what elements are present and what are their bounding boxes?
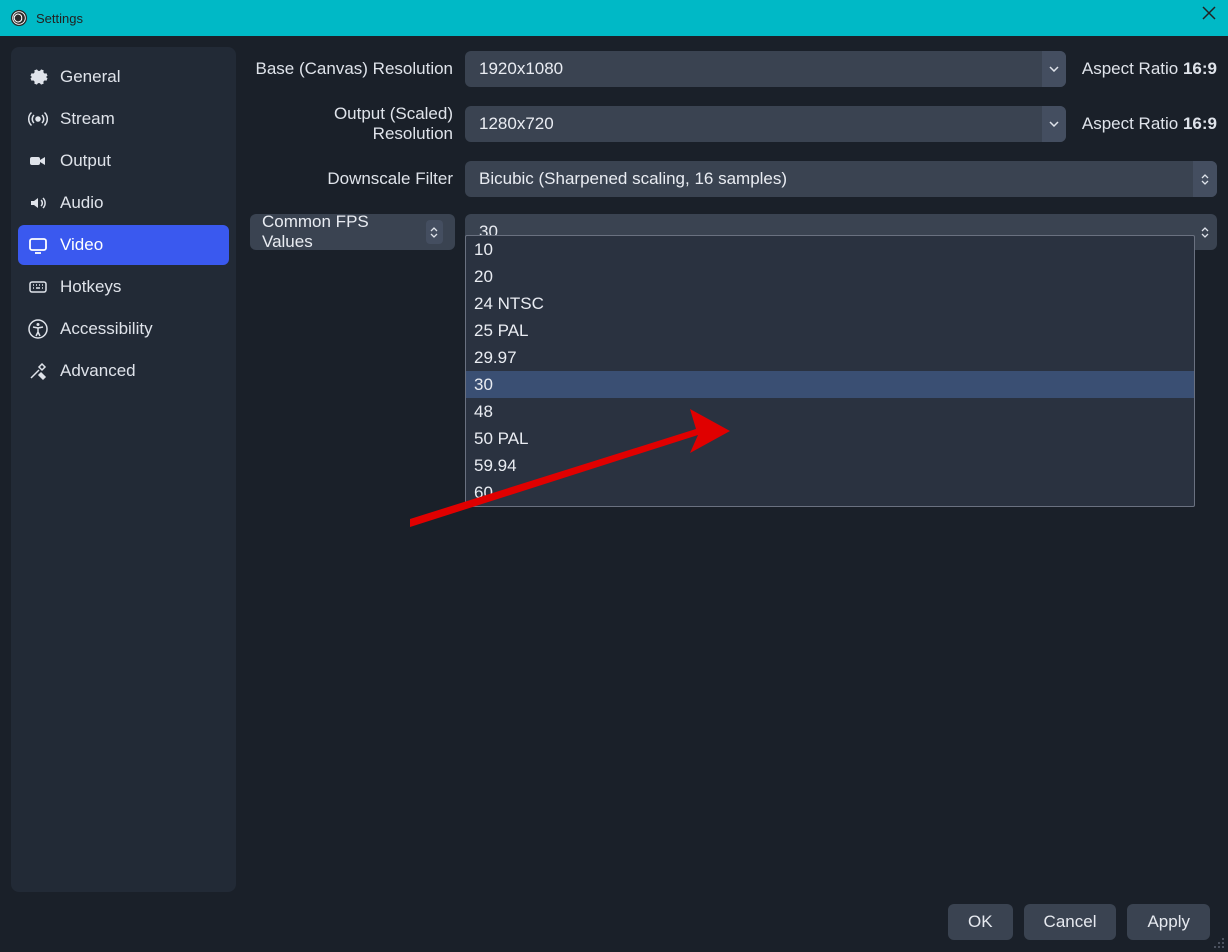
title-bar: Settings bbox=[0, 0, 1228, 36]
sidebar-item-label: Accessibility bbox=[60, 319, 153, 339]
fps-option[interactable]: 59.94 bbox=[466, 452, 1194, 479]
settings-window: Settings General Stream bbox=[0, 0, 1228, 952]
fps-option[interactable]: 48 bbox=[466, 398, 1194, 425]
sidebar-item-label: Output bbox=[60, 151, 111, 171]
accessibility-icon bbox=[28, 319, 48, 339]
apply-button[interactable]: Apply bbox=[1127, 904, 1210, 940]
monitor-icon bbox=[28, 235, 48, 255]
sidebar-item-audio[interactable]: Audio bbox=[18, 183, 229, 223]
close-icon[interactable] bbox=[1202, 6, 1216, 20]
base-aspect-ratio: Aspect Ratio 16:9 bbox=[1082, 59, 1217, 79]
sidebar-item-label: General bbox=[60, 67, 120, 87]
base-resolution-combo[interactable]: 1920x1080 bbox=[465, 51, 1066, 87]
ok-button[interactable]: OK bbox=[948, 904, 1013, 940]
sidebar-item-label: Advanced bbox=[60, 361, 136, 381]
output-resolution-value: 1280x720 bbox=[479, 114, 554, 134]
fps-option[interactable]: 10 bbox=[466, 236, 1194, 263]
body-area: General Stream Output Audio bbox=[0, 36, 1228, 892]
output-resolution-label: Output (Scaled) Resolution bbox=[250, 104, 455, 144]
fps-type-combo[interactable]: Common FPS Values bbox=[250, 214, 455, 250]
sidebar-item-label: Stream bbox=[60, 109, 115, 129]
main-pane: Base (Canvas) Resolution 1920x1080 Aspec… bbox=[250, 47, 1217, 892]
fps-option[interactable]: 30 bbox=[466, 371, 1194, 398]
sound-icon bbox=[28, 193, 48, 213]
camcorder-icon bbox=[28, 151, 48, 171]
footer: OK Cancel Apply bbox=[0, 892, 1228, 952]
fps-option[interactable]: 20 bbox=[466, 263, 1194, 290]
fps-option[interactable]: 24 NTSC bbox=[466, 290, 1194, 317]
chevron-down-icon bbox=[1042, 51, 1066, 87]
spinner-icon bbox=[1193, 161, 1217, 197]
sidebar: General Stream Output Audio bbox=[11, 47, 236, 892]
sidebar-item-label: Video bbox=[60, 235, 103, 255]
gear-icon bbox=[28, 67, 48, 87]
downscale-filter-value: Bicubic (Sharpened scaling, 16 samples) bbox=[479, 169, 787, 189]
fps-type-label: Common FPS Values bbox=[262, 212, 418, 252]
obs-app-icon bbox=[10, 9, 28, 27]
fps-option[interactable]: 60 bbox=[466, 479, 1194, 506]
resize-grip-icon[interactable] bbox=[1210, 934, 1226, 950]
downscale-filter-combo[interactable]: Bicubic (Sharpened scaling, 16 samples) bbox=[465, 161, 1217, 197]
output-aspect-ratio: Aspect Ratio 16:9 bbox=[1082, 114, 1217, 134]
tools-icon bbox=[28, 361, 48, 381]
sidebar-item-label: Audio bbox=[60, 193, 103, 213]
sidebar-item-output[interactable]: Output bbox=[18, 141, 229, 181]
base-resolution-label: Base (Canvas) Resolution bbox=[250, 59, 455, 79]
sidebar-item-video[interactable]: Video bbox=[18, 225, 229, 265]
chevron-down-icon bbox=[1042, 106, 1066, 142]
downscale-filter-label: Downscale Filter bbox=[250, 169, 455, 189]
downscale-filter-row: Downscale Filter Bicubic (Sharpened scal… bbox=[250, 161, 1217, 197]
window-title: Settings bbox=[36, 11, 83, 26]
output-resolution-row: Output (Scaled) Resolution 1280x720 Aspe… bbox=[250, 104, 1217, 144]
fps-option[interactable]: 50 PAL bbox=[466, 425, 1194, 452]
sidebar-item-stream[interactable]: Stream bbox=[18, 99, 229, 139]
fps-option[interactable]: 29.97 bbox=[466, 344, 1194, 371]
base-resolution-value: 1920x1080 bbox=[479, 59, 563, 79]
sidebar-item-advanced[interactable]: Advanced bbox=[18, 351, 229, 391]
keyboard-icon bbox=[28, 277, 48, 297]
cancel-button[interactable]: Cancel bbox=[1024, 904, 1117, 940]
sidebar-item-general[interactable]: General bbox=[18, 57, 229, 97]
sidebar-item-accessibility[interactable]: Accessibility bbox=[18, 309, 229, 349]
fps-dropdown-list[interactable]: 102024 NTSC25 PAL29.97304850 PAL59.9460 bbox=[465, 235, 1195, 507]
base-resolution-row: Base (Canvas) Resolution 1920x1080 Aspec… bbox=[250, 51, 1217, 87]
output-resolution-combo[interactable]: 1280x720 bbox=[465, 106, 1066, 142]
sidebar-item-label: Hotkeys bbox=[60, 277, 121, 297]
broadcast-icon bbox=[28, 109, 48, 129]
fps-option[interactable]: 25 PAL bbox=[466, 317, 1194, 344]
spinner-icon bbox=[426, 220, 443, 244]
sidebar-item-hotkeys[interactable]: Hotkeys bbox=[18, 267, 229, 307]
spinner-icon bbox=[1193, 214, 1217, 250]
